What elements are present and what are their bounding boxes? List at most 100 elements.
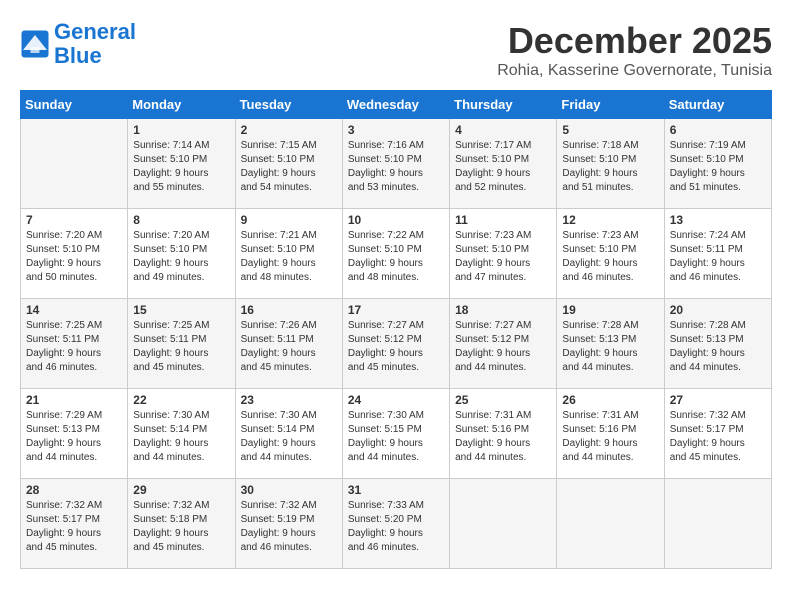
day-info: Sunrise: 7:23 AM Sunset: 5:10 PM Dayligh… (455, 229, 551, 285)
day-cell: 23 Sunrise: 7:30 AM Sunset: 5:14 PM Dayli… (235, 389, 342, 479)
day-number: 26 (562, 393, 658, 407)
logo-line2: Blue (54, 43, 102, 68)
day-cell: 11 Sunrise: 7:23 AM Sunset: 5:10 PM Dayli… (450, 209, 557, 299)
day-info: Sunrise: 7:29 AM Sunset: 5:13 PM Dayligh… (26, 409, 122, 465)
day-info: Sunrise: 7:19 AM Sunset: 5:10 PM Dayligh… (670, 139, 766, 195)
day-cell (557, 479, 664, 569)
day-cell: 29 Sunrise: 7:32 AM Sunset: 5:18 PM Dayli… (128, 479, 235, 569)
day-cell: 8 Sunrise: 7:20 AM Sunset: 5:10 PM Daylig… (128, 209, 235, 299)
month-title: December 2025 (497, 20, 772, 62)
day-number: 5 (562, 123, 658, 137)
day-info: Sunrise: 7:20 AM Sunset: 5:10 PM Dayligh… (26, 229, 122, 285)
day-cell: 5 Sunrise: 7:18 AM Sunset: 5:10 PM Daylig… (557, 119, 664, 209)
day-number: 17 (348, 303, 444, 317)
day-number: 6 (670, 123, 766, 137)
day-info: Sunrise: 7:32 AM Sunset: 5:19 PM Dayligh… (241, 499, 337, 555)
day-cell: 27 Sunrise: 7:32 AM Sunset: 5:17 PM Dayli… (664, 389, 771, 479)
day-number: 25 (455, 393, 551, 407)
day-number: 4 (455, 123, 551, 137)
day-info: Sunrise: 7:28 AM Sunset: 5:13 PM Dayligh… (670, 319, 766, 375)
logo-icon (20, 29, 50, 59)
day-info: Sunrise: 7:16 AM Sunset: 5:10 PM Dayligh… (348, 139, 444, 195)
day-cell (21, 119, 128, 209)
day-info: Sunrise: 7:18 AM Sunset: 5:10 PM Dayligh… (562, 139, 658, 195)
day-info: Sunrise: 7:23 AM Sunset: 5:10 PM Dayligh… (562, 229, 658, 285)
day-cell: 10 Sunrise: 7:22 AM Sunset: 5:10 PM Dayli… (342, 209, 449, 299)
day-cell: 12 Sunrise: 7:23 AM Sunset: 5:10 PM Dayli… (557, 209, 664, 299)
title-block: December 2025 Rohia, Kasserine Governora… (497, 20, 772, 80)
week-row-1: 1 Sunrise: 7:14 AM Sunset: 5:10 PM Daylig… (21, 119, 772, 209)
day-info: Sunrise: 7:25 AM Sunset: 5:11 PM Dayligh… (133, 319, 229, 375)
day-number: 18 (455, 303, 551, 317)
day-cell: 19 Sunrise: 7:28 AM Sunset: 5:13 PM Dayli… (557, 299, 664, 389)
day-info: Sunrise: 7:22 AM Sunset: 5:10 PM Dayligh… (348, 229, 444, 285)
day-number: 30 (241, 483, 337, 497)
day-number: 8 (133, 213, 229, 227)
day-number: 20 (670, 303, 766, 317)
day-cell: 31 Sunrise: 7:33 AM Sunset: 5:20 PM Dayli… (342, 479, 449, 569)
day-number: 7 (26, 213, 122, 227)
day-number: 23 (241, 393, 337, 407)
day-info: Sunrise: 7:20 AM Sunset: 5:10 PM Dayligh… (133, 229, 229, 285)
day-cell: 6 Sunrise: 7:19 AM Sunset: 5:10 PM Daylig… (664, 119, 771, 209)
header-tuesday: Tuesday (235, 91, 342, 119)
day-info: Sunrise: 7:31 AM Sunset: 5:16 PM Dayligh… (562, 409, 658, 465)
day-info: Sunrise: 7:25 AM Sunset: 5:11 PM Dayligh… (26, 319, 122, 375)
day-number: 14 (26, 303, 122, 317)
day-info: Sunrise: 7:32 AM Sunset: 5:17 PM Dayligh… (670, 409, 766, 465)
logo: General Blue (20, 20, 136, 68)
header-thursday: Thursday (450, 91, 557, 119)
day-info: Sunrise: 7:33 AM Sunset: 5:20 PM Dayligh… (348, 499, 444, 555)
week-row-5: 28Sunrise: 7:32 AM Sunset: 5:17 PM Dayli… (21, 479, 772, 569)
day-info: Sunrise: 7:30 AM Sunset: 5:15 PM Dayligh… (348, 409, 444, 465)
logo-line1: General (54, 19, 136, 44)
day-info: Sunrise: 7:17 AM Sunset: 5:10 PM Dayligh… (455, 139, 551, 195)
day-number: 19 (562, 303, 658, 317)
day-cell: 25 Sunrise: 7:31 AM Sunset: 5:16 PM Dayli… (450, 389, 557, 479)
day-info: Sunrise: 7:31 AM Sunset: 5:16 PM Dayligh… (455, 409, 551, 465)
logo-text: General Blue (54, 20, 136, 68)
day-cell: 2Sunrise: 7:15 AM Sunset: 5:10 PM Daylig… (235, 119, 342, 209)
day-info: Sunrise: 7:26 AM Sunset: 5:11 PM Dayligh… (241, 319, 337, 375)
day-cell: 3Sunrise: 7:16 AM Sunset: 5:10 PM Daylig… (342, 119, 449, 209)
day-cell: 16Sunrise: 7:26 AM Sunset: 5:11 PM Dayli… (235, 299, 342, 389)
day-info: Sunrise: 7:28 AM Sunset: 5:13 PM Dayligh… (562, 319, 658, 375)
day-number: 28 (26, 483, 122, 497)
day-cell: 13 Sunrise: 7:24 AM Sunset: 5:11 PM Dayli… (664, 209, 771, 299)
day-info: Sunrise: 7:30 AM Sunset: 5:14 PM Dayligh… (133, 409, 229, 465)
day-number: 27 (670, 393, 766, 407)
day-cell: 24 Sunrise: 7:30 AM Sunset: 5:15 PM Dayli… (342, 389, 449, 479)
week-row-2: 7 Sunrise: 7:20 AM Sunset: 5:10 PM Daylig… (21, 209, 772, 299)
day-number: 15 (133, 303, 229, 317)
header-wednesday: Wednesday (342, 91, 449, 119)
day-number: 1 (133, 123, 229, 137)
day-cell (450, 479, 557, 569)
day-info: Sunrise: 7:14 AM Sunset: 5:10 PM Dayligh… (133, 139, 229, 195)
day-cell: 15 Sunrise: 7:25 AM Sunset: 5:11 PM Dayli… (128, 299, 235, 389)
day-info: Sunrise: 7:27 AM Sunset: 5:12 PM Dayligh… (348, 319, 444, 375)
day-number: 12 (562, 213, 658, 227)
header-sunday: Sunday (21, 91, 128, 119)
week-row-4: 21Sunrise: 7:29 AM Sunset: 5:13 PM Dayli… (21, 389, 772, 479)
header-friday: Friday (557, 91, 664, 119)
day-number: 31 (348, 483, 444, 497)
day-number: 11 (455, 213, 551, 227)
day-cell: 17 Sunrise: 7:27 AM Sunset: 5:12 PM Dayli… (342, 299, 449, 389)
day-info: Sunrise: 7:32 AM Sunset: 5:18 PM Dayligh… (133, 499, 229, 555)
day-cell: 20 Sunrise: 7:28 AM Sunset: 5:13 PM Dayli… (664, 299, 771, 389)
day-number: 9 (241, 213, 337, 227)
day-cell: 26 Sunrise: 7:31 AM Sunset: 5:16 PM Dayli… (557, 389, 664, 479)
day-info: Sunrise: 7:24 AM Sunset: 5:11 PM Dayligh… (670, 229, 766, 285)
day-cell: 30 Sunrise: 7:32 AM Sunset: 5:19 PM Dayli… (235, 479, 342, 569)
day-info: Sunrise: 7:27 AM Sunset: 5:12 PM Dayligh… (455, 319, 551, 375)
day-number: 29 (133, 483, 229, 497)
header-monday: Monday (128, 91, 235, 119)
calendar-table: SundayMondayTuesdayWednesdayThursdayFrid… (20, 90, 772, 569)
day-cell: 21Sunrise: 7:29 AM Sunset: 5:13 PM Dayli… (21, 389, 128, 479)
day-number: 10 (348, 213, 444, 227)
day-number: 13 (670, 213, 766, 227)
day-info: Sunrise: 7:30 AM Sunset: 5:14 PM Dayligh… (241, 409, 337, 465)
week-row-3: 14 Sunrise: 7:25 AM Sunset: 5:11 PM Dayli… (21, 299, 772, 389)
day-number: 24 (348, 393, 444, 407)
location-title: Rohia, Kasserine Governorate, Tunisia (497, 62, 772, 80)
